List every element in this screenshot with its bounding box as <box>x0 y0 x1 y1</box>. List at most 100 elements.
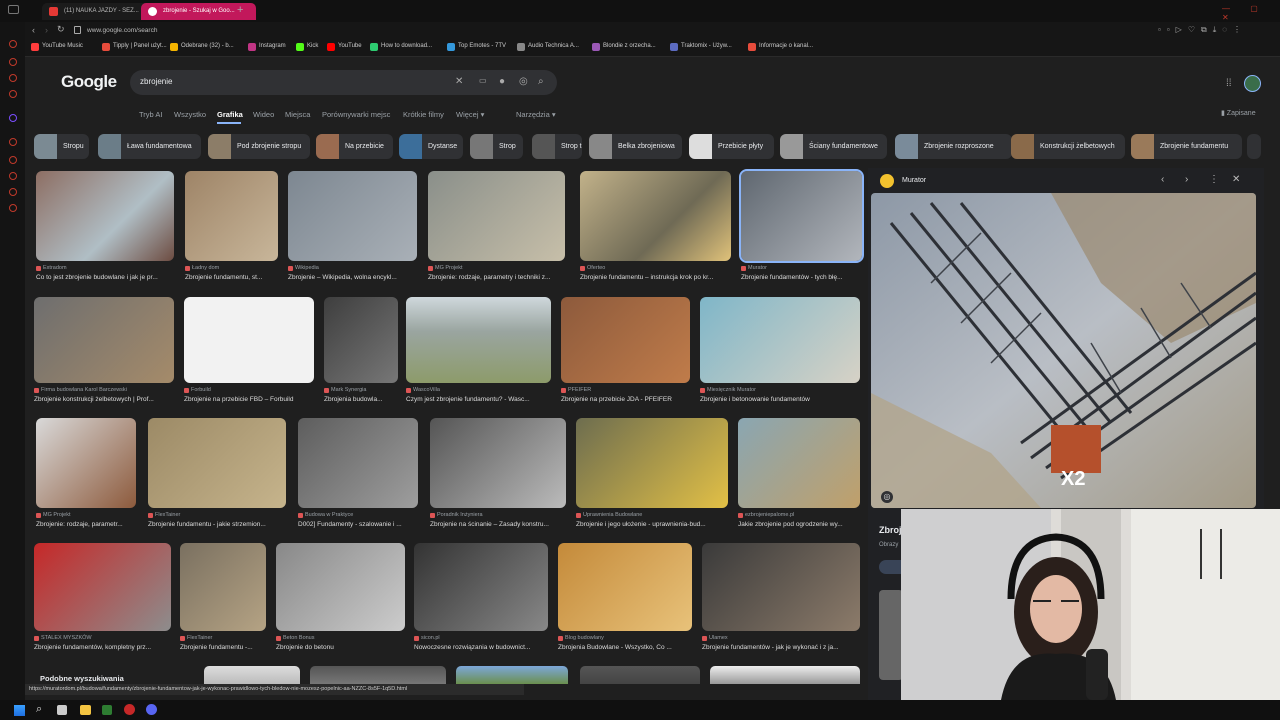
image-result[interactable]: Firma budowlana Karol Barczewski Zbrojeni… <box>34 297 174 405</box>
result-thumbnail[interactable] <box>36 418 136 508</box>
google-logo[interactable]: Google <box>61 72 117 92</box>
nav-tab-all[interactable]: Wszystko <box>174 110 206 119</box>
preview-image[interactable]: X2 <box>871 193 1256 508</box>
image-result[interactable]: Uprawnienia Budowlane Zbrojenie i jego uł… <box>576 418 728 530</box>
bookmark-item[interactable]: Top Emotes - 7TV <box>447 43 506 51</box>
result-thumbnail[interactable] <box>298 418 418 508</box>
image-result[interactable]: MG Projekt Zbrojenie: rodzaje, parametr..… <box>36 418 136 530</box>
bookmark-item[interactable]: Audio Technica A... <box>517 43 579 51</box>
bookmark-item[interactable]: Blondie z orzecha... <box>592 43 656 51</box>
sidebar-app-icon[interactable] <box>9 188 17 196</box>
image-result[interactable]: Extradom Co to jest zbrojenie budowlane i… <box>36 171 174 283</box>
result-thumbnail[interactable] <box>185 171 278 261</box>
sidebar-app-icon[interactable] <box>9 58 17 66</box>
more-options-icon[interactable]: ⋮ <box>1209 174 1219 185</box>
image-result[interactable]: Poradnik Inżyniera Zbrojenie na ścinanie … <box>430 418 566 530</box>
avatar[interactable] <box>1244 75 1261 92</box>
related-thumb[interactable] <box>204 666 300 684</box>
result-thumbnail[interactable] <box>739 169 864 263</box>
chips-more[interactable] <box>1247 134 1261 159</box>
chip-12[interactable]: Konstrukcji żelbetowych <box>1011 134 1125 159</box>
app-icon[interactable] <box>102 705 112 715</box>
clear-icon[interactable]: ✕ <box>455 76 463 87</box>
image-result[interactable]: ezbrojeniepalome.pl Jakie zbrojenie pod o… <box>738 418 860 530</box>
search-icon[interactable]: ⌕ <box>538 76 544 87</box>
bookmark-item[interactable]: Instagram <box>248 43 286 51</box>
chip-1[interactable]: Stropu <box>34 134 89 159</box>
result-title[interactable]: Zbrojenie fundamentu - jakie strzemion..… <box>148 521 286 528</box>
apps-grid-icon[interactable]: ⁞⁞ <box>1226 78 1232 89</box>
result-title[interactable]: Zbrojenie fundamentu – instrukcja krok p… <box>580 274 731 281</box>
image-result[interactable]: Beton Bonus Zbrojenie do betonu <box>276 543 405 653</box>
result-thumbnail[interactable] <box>276 543 405 631</box>
result-title[interactable]: Zbrojenie na ścinanie – Zasady konstru..… <box>430 521 566 528</box>
result-thumbnail[interactable] <box>428 171 565 261</box>
related-thumb[interactable] <box>879 590 903 680</box>
result-thumbnail[interactable] <box>406 297 551 383</box>
image-result[interactable]: WascoVilla Czym jest zbrojenie fundamentu… <box>406 297 551 405</box>
browser-icon[interactable] <box>124 704 135 715</box>
image-result[interactable]: Wikipedia Zbrojenie – Wikipedia, wolna en… <box>288 171 417 283</box>
bookmark-item[interactable]: Traktomix - Używ... <box>670 43 732 51</box>
result-title[interactable]: Co to jest zbrojenie budowlane i jak je … <box>36 274 174 281</box>
image-result[interactable]: Ładny dom Zbrojenie fundamentu, st... <box>185 171 278 283</box>
result-thumbnail[interactable] <box>702 543 860 631</box>
image-result[interactable]: STALEX MYSZKÓW Zbrojenie fundamentów, kom… <box>34 543 171 653</box>
result-thumbnail[interactable] <box>184 297 314 383</box>
related-thumb[interactable] <box>456 666 568 684</box>
image-result[interactable]: Blog budowlany Zbrojenia Budowlane - Wszy… <box>558 543 692 653</box>
nav-tab-video[interactable]: Wideo <box>253 110 274 119</box>
bookmark-item[interactable]: Kick <box>296 43 318 51</box>
result-title[interactable]: Zbrojenie do betonu <box>276 644 405 651</box>
result-title[interactable]: Zbrojenie i betonowanie fundamentów <box>700 396 860 403</box>
chip-5[interactable]: Dystanse <box>399 134 463 159</box>
nav-tab-compare[interactable]: Porównywarki mejsc <box>322 110 390 119</box>
image-result[interactable]: Miesięcznik Murator Zbrojenie i betonowan… <box>700 297 860 405</box>
chip-11[interactable]: Zbrojenie rozproszone <box>895 134 1012 159</box>
search-icon[interactable]: ⌕ <box>36 703 42 716</box>
result-thumbnail[interactable] <box>580 171 731 261</box>
tools-button[interactable]: Narzędzia ▾ <box>516 110 556 119</box>
lens-search-icon[interactable]: ◎ <box>881 491 893 503</box>
result-title[interactable]: Zbrojenia Budowlane - Wszystko, Co ... <box>558 644 692 651</box>
result-thumbnail[interactable] <box>561 297 690 383</box>
nav-tab-places[interactable]: Miejsca <box>285 110 310 119</box>
image-result[interactable]: Budowa w Praktyce D002] Fundamenty - szal… <box>298 418 418 530</box>
result-thumbnail[interactable] <box>180 543 266 631</box>
chip-10[interactable]: Ściany fundamentowe <box>780 134 887 159</box>
taskview-icon[interactable] <box>57 705 67 715</box>
result-thumbnail[interactable] <box>414 543 548 631</box>
sidebar-app-icon[interactable] <box>9 172 17 180</box>
windows-start-icon[interactable] <box>14 705 25 716</box>
related-thumb[interactable] <box>310 666 446 684</box>
back-icon[interactable]: ‹ <box>32 25 35 35</box>
bookmark-item[interactable]: Odebrane (32) - b... <box>170 43 234 51</box>
result-title[interactable]: Zbrojenie fundamentów - tych błę... <box>741 274 862 281</box>
next-image-icon[interactable]: › <box>1185 174 1188 185</box>
result-thumbnail[interactable] <box>34 297 174 383</box>
toolbar-icons[interactable]: ▫▫▷♡⧉⤓◌⋮ <box>1158 25 1247 35</box>
result-title[interactable]: D002] Fundamenty - szalowanie i ... <box>298 521 418 528</box>
nav-tab-images[interactable]: Grafika <box>217 110 243 119</box>
result-title[interactable]: Jakie zbrojenie pod ogrodzenie wy... <box>738 521 860 528</box>
saved-button[interactable]: ▮ Zapisane <box>1221 109 1256 117</box>
panel-source[interactable]: Murator <box>902 177 926 184</box>
result-thumbnail[interactable] <box>558 543 692 631</box>
result-title[interactable]: Zbrojenie na przebicie FBD – Forbuild <box>184 396 314 403</box>
result-thumbnail[interactable] <box>324 297 398 383</box>
image-result[interactable]: PFEIFER Zbrojenie na przebicie JDA - PFEI… <box>561 297 690 405</box>
image-result[interactable]: Forbuild Zbrojenie na przebicie FBD – For… <box>184 297 314 405</box>
prev-image-icon[interactable]: ‹ <box>1161 174 1164 185</box>
image-result[interactable]: Mark Synergia Zbrojenia budowla... <box>324 297 398 405</box>
image-result[interactable]: sicon.pl Nowoczesne rozwiązania w budowni… <box>414 543 548 653</box>
close-icon[interactable]: ✕ <box>1232 174 1240 185</box>
sidebar-app-icon[interactable] <box>9 74 17 82</box>
result-title[interactable]: Zbrojenia budowla... <box>324 396 398 403</box>
bookmark-item[interactable]: Tipply | Panel użyt... <box>102 43 167 51</box>
result-title[interactable]: Nowoczesne rozwiązania w budownict... <box>414 644 548 651</box>
chip-6[interactable]: Strop <box>470 134 523 159</box>
result-thumbnail[interactable] <box>288 171 417 261</box>
result-title[interactable]: Zbrojenie fundamentów - jak je wykonać i… <box>702 644 860 651</box>
image-result[interactable]: FlexTainer Zbrojenie fundamentu - jakie s… <box>148 418 286 530</box>
chip-9[interactable]: Przebicie płyty <box>689 134 774 159</box>
